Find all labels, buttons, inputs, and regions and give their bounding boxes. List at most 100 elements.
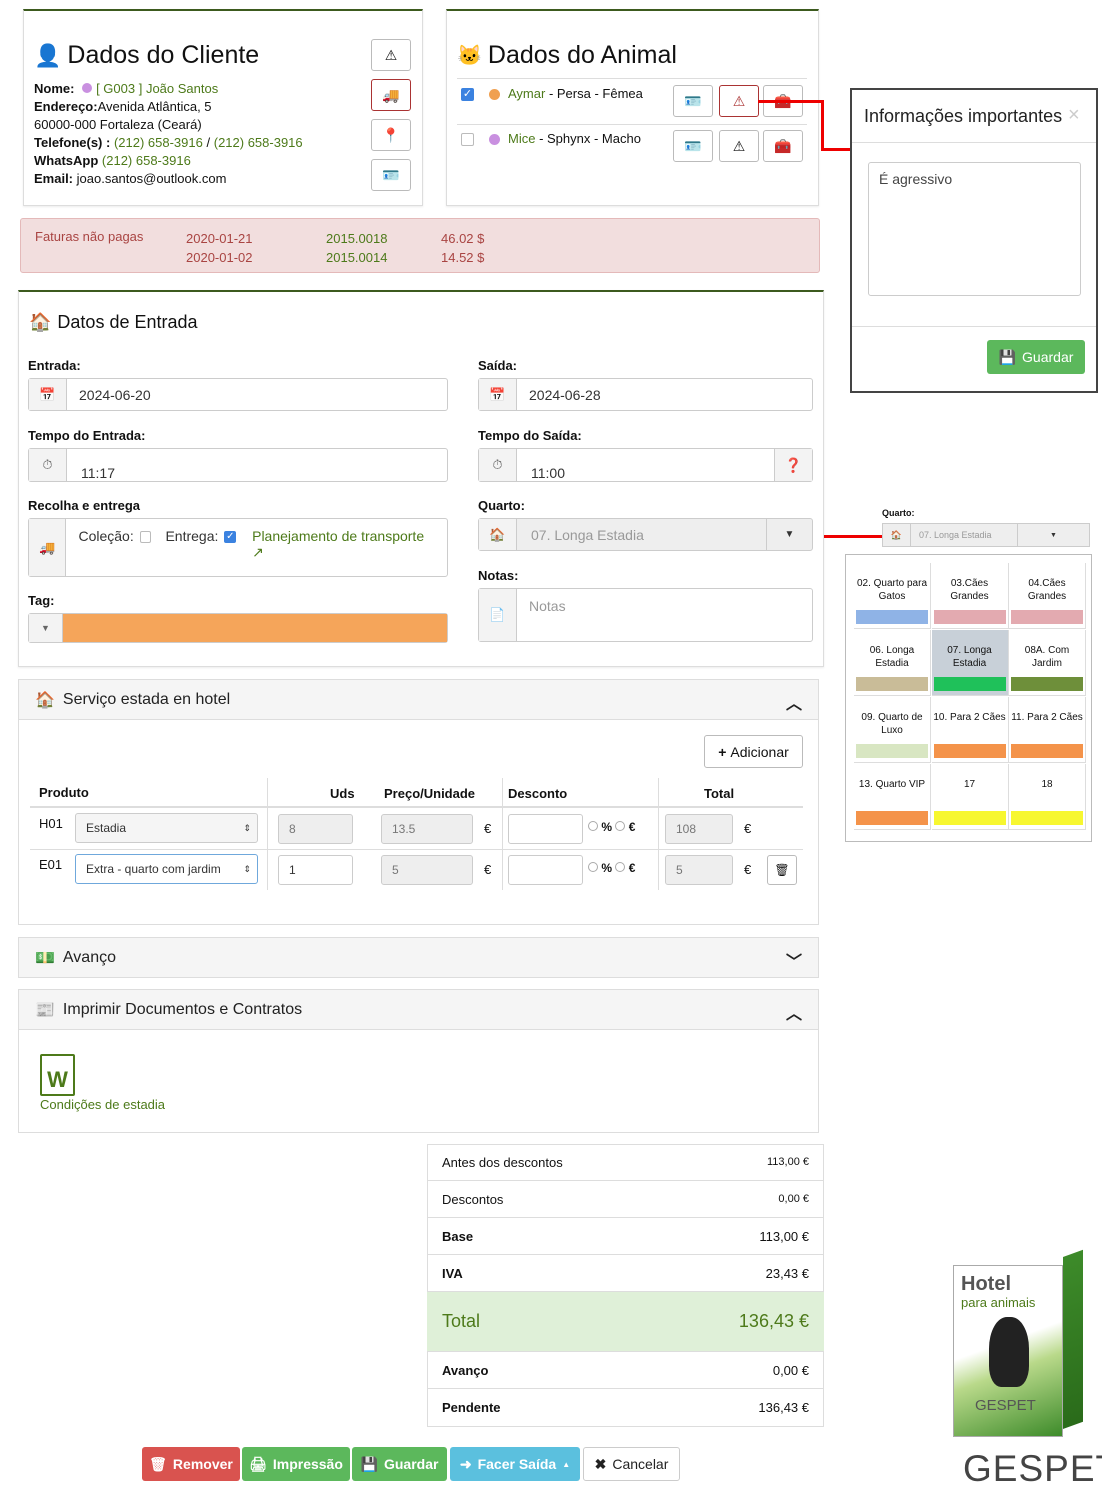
animal-name-link-1[interactable]: Aymar: [508, 86, 545, 101]
location-button[interactable]: 📍: [371, 119, 411, 151]
help-icon[interactable]: ❓: [774, 449, 812, 481]
product-box-image: Hotel para animais GESPET: [953, 1249, 1083, 1437]
invoice-link[interactable]: 2015.0014: [326, 248, 387, 267]
animal-card-button-2[interactable]: 🪪: [673, 130, 713, 162]
euro-radio[interactable]: [615, 821, 626, 831]
transport-planning-link[interactable]: Planejamento de transporte ↗: [252, 528, 435, 561]
euro-radio[interactable]: [615, 862, 626, 872]
summary-total-row: Total 136,43 €: [427, 1292, 824, 1352]
animal-warning-button-1[interactable]: ⚠: [719, 85, 759, 117]
caret-down-icon: ▼: [766, 519, 812, 550]
checkout-button[interactable]: ➜ Facer Saída ▲: [450, 1447, 580, 1481]
gespet-logo: GESPET: [963, 1448, 1102, 1489]
service-section: 🏠 Serviço estada en hotel ︿: [18, 679, 819, 925]
summary-row: IVA 23,43 €: [427, 1255, 824, 1292]
invoice-link[interactable]: 2015.0018: [326, 229, 387, 248]
avanco-header[interactable]: 💵 Avanço ﹀: [19, 938, 818, 977]
animal-checkbox-1[interactable]: ✓: [461, 88, 474, 101]
room-cell[interactable]: 03.Cães Grandes: [931, 563, 1009, 629]
animal-warning-button-2[interactable]: ⚠: [719, 130, 759, 162]
avanco-section[interactable]: 💵 Avanço ﹀: [18, 937, 819, 978]
room-cell[interactable]: 09. Quarto de Luxo: [854, 697, 931, 763]
animal-checkbox-2[interactable]: [461, 133, 474, 146]
chevron-down-icon: ﹀: [785, 954, 802, 971]
animal-card-button-1[interactable]: 🪪: [673, 85, 713, 117]
col-total: Total: [704, 786, 735, 801]
money-icon: 💵: [35, 949, 55, 967]
colecao-checkbox[interactable]: [139, 531, 152, 543]
home-icon: 🏠: [883, 524, 911, 546]
preco-input[interactable]: 5: [381, 855, 473, 885]
room-cell[interactable]: 18: [1009, 764, 1086, 830]
whatsapp-link[interactable]: (212) 658-3916: [102, 153, 191, 168]
medkit-icon: 🧰: [774, 137, 792, 154]
save-button[interactable]: 💾 Guardar: [352, 1447, 447, 1481]
animal-name-link-2[interactable]: Mice: [508, 131, 535, 146]
product-select[interactable]: Extra - quarto com jardim ⇕: [75, 854, 258, 884]
animal-dot-2: [489, 134, 500, 145]
modal-save-button[interactable]: 💾 Guardar: [987, 340, 1085, 374]
saida-date-input[interactable]: 📅 2024-06-28: [478, 378, 813, 411]
quarto-mini-label: Quarto:: [882, 508, 915, 518]
percent-radio[interactable]: [588, 862, 598, 872]
product-select[interactable]: Estadia ⇕: [75, 813, 258, 843]
entrada-label: Entrada:: [28, 358, 81, 373]
phone-link-1[interactable]: (212) 658-3916: [114, 135, 203, 150]
newspaper-icon: 📰: [35, 1001, 55, 1019]
room-cell[interactable]: 07. Longa Estadia: [931, 630, 1009, 696]
client-name-link[interactable]: [ G003 ] João Santos: [96, 81, 218, 96]
room-cell[interactable]: 17: [931, 764, 1009, 830]
important-info-textarea[interactable]: É agressivo: [868, 162, 1081, 296]
close-icon[interactable]: ×: [1068, 104, 1080, 127]
room-cell[interactable]: 06. Longa Estadia: [854, 630, 931, 696]
col-desconto: Desconto: [508, 786, 568, 801]
warning-button[interactable]: ⚠: [371, 39, 411, 71]
uds-input[interactable]: 1: [278, 855, 353, 885]
word-document-icon[interactable]: W: [40, 1054, 75, 1096]
entrada-date-input[interactable]: 📅 2024-06-20: [28, 378, 448, 411]
transport-button[interactable]: 🚚: [371, 79, 411, 111]
product-code: E01: [39, 857, 63, 872]
print-header[interactable]: 📰 Imprimir Documentos e Contratos ︿: [19, 990, 818, 1030]
room-cell[interactable]: 10. Para 2 Cães: [931, 697, 1009, 763]
notas-textarea[interactable]: 📄 Notas: [478, 588, 813, 642]
room-grid: 02. Quarto para Gatos 03.Cães Grandes 04.C…: [845, 554, 1092, 842]
room-name: 06. Longa Estadia: [869, 645, 915, 669]
percent-radio[interactable]: [588, 821, 598, 831]
quarto-mini-select[interactable]: 🏠 07. Longa Estadia ▼: [882, 523, 1090, 547]
card-button[interactable]: 🪪: [371, 159, 411, 191]
desconto-input[interactable]: [508, 855, 583, 885]
quarto-select[interactable]: 🏠 07. Longa Estadia ▼: [478, 518, 813, 551]
tempo-entrada-input[interactable]: ⏱ 11:17: [28, 448, 448, 482]
home-icon: 🏠: [479, 519, 517, 550]
room-cell[interactable]: 13. Quarto VIP: [854, 764, 931, 830]
room-name: 07. Longa Estadia: [947, 645, 992, 669]
uds-input[interactable]: 8: [278, 814, 353, 844]
service-header[interactable]: 🏠 Serviço estada en hotel ︿: [19, 680, 818, 720]
document-link[interactable]: Condições de estadia: [40, 1097, 165, 1112]
remove-button[interactable]: 🗑 Remover: [142, 1447, 240, 1481]
desconto-input[interactable]: [508, 814, 583, 844]
room-cell[interactable]: 04.Cães Grandes: [1009, 563, 1086, 629]
updown-icon: ⇕: [243, 863, 251, 874]
calendar-icon: 📅: [479, 379, 517, 410]
id-card-icon: 🪪: [382, 166, 400, 183]
room-cell[interactable]: 11. Para 2 Cães: [1009, 697, 1086, 763]
cancel-button[interactable]: ✖ Cancelar: [583, 1447, 680, 1481]
tag-select[interactable]: ▼: [28, 613, 448, 643]
print-button[interactable]: 🖨 Impressão: [242, 1447, 350, 1481]
product-code: H01: [39, 816, 63, 831]
room-cell[interactable]: 02. Quarto para Gatos: [854, 563, 931, 629]
phone-link-2[interactable]: (212) 658-3916: [214, 135, 303, 150]
summary-row: Avanço 0,00 €: [427, 1352, 824, 1389]
delete-row-button[interactable]: 🗑: [767, 855, 797, 885]
tempo-saida-input[interactable]: ⏱ 11:00 ❓: [478, 448, 813, 482]
add-product-button[interactable]: + Adicionar: [704, 735, 803, 768]
animal-medical-button-2[interactable]: 🧰: [763, 130, 803, 162]
entrega-checkbox[interactable]: ✓: [224, 531, 237, 543]
recolha-label: Recolha e entrega: [28, 498, 140, 513]
saida-label: Saída:: [478, 358, 518, 373]
preco-input[interactable]: 13.5: [381, 814, 473, 844]
room-name: 04.Cães Grandes: [1027, 578, 1067, 602]
room-cell[interactable]: 08A. Com Jardim: [1009, 630, 1086, 696]
